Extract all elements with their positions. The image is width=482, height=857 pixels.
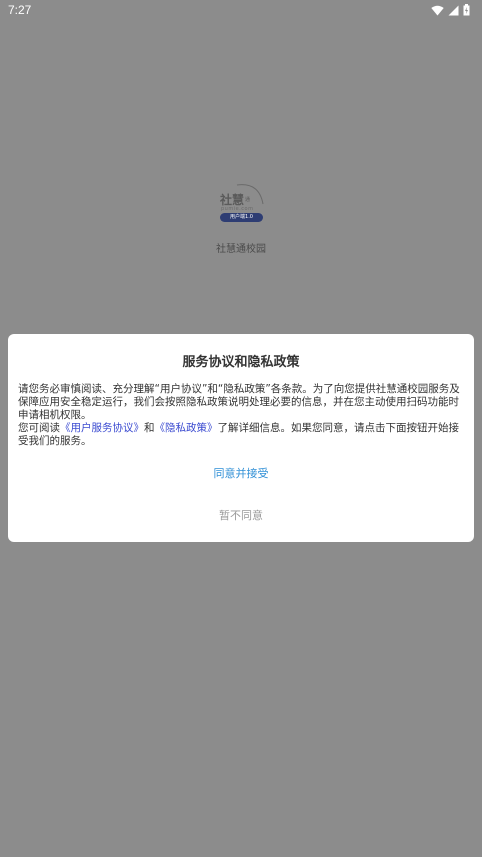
status-time: 7:27	[8, 3, 32, 17]
dialog-title: 服务协议和隐私政策	[182, 355, 300, 370]
dialog-body: 请您务必审慎阅读、充分理解“用户协议”和“隐私政策”各条款。为了向您提供社慧通校…	[18, 383, 464, 448]
paragraph-2-prefix: 您可阅读	[18, 422, 60, 434]
status-icons	[431, 4, 470, 16]
logo-badge: 用户端1.0	[220, 213, 263, 222]
battery-icon	[463, 4, 470, 16]
logo-sub-text: 通	[245, 197, 251, 203]
disagree-button[interactable]: 暂不同意	[141, 506, 341, 524]
agree-button[interactable]: 同意并接受	[141, 464, 341, 482]
user-agreement-link[interactable]: 《用户服务协议》	[60, 422, 144, 434]
wifi-icon	[431, 5, 444, 16]
privacy-policy-link[interactable]: 《隐私政策》	[155, 422, 218, 434]
privacy-dialog: 服务协议和隐私政策 请您务必审慎阅读、充分理解“用户协议”和“隐私政策”各条款。…	[8, 334, 474, 542]
signal-icon	[448, 5, 459, 16]
app-name: 社慧通校园	[216, 244, 266, 255]
status-bar: 7:27	[0, 0, 482, 22]
dialog-paragraph-2: 您可阅读《用户服务协议》和《隐私政策》了解详细信息。如果您同意，请点击下面按钮开…	[18, 422, 464, 448]
logo-domain: pumie.com	[221, 206, 254, 212]
paragraph-2-and: 和	[144, 422, 155, 434]
dialog-paragraph-1: 请您务必审慎阅读、充分理解“用户协议”和“隐私政策”各条款。为了向您提供社慧通校…	[18, 383, 460, 421]
app-logo: 社慧 通 pumie.com 用户端1.0	[215, 182, 267, 226]
